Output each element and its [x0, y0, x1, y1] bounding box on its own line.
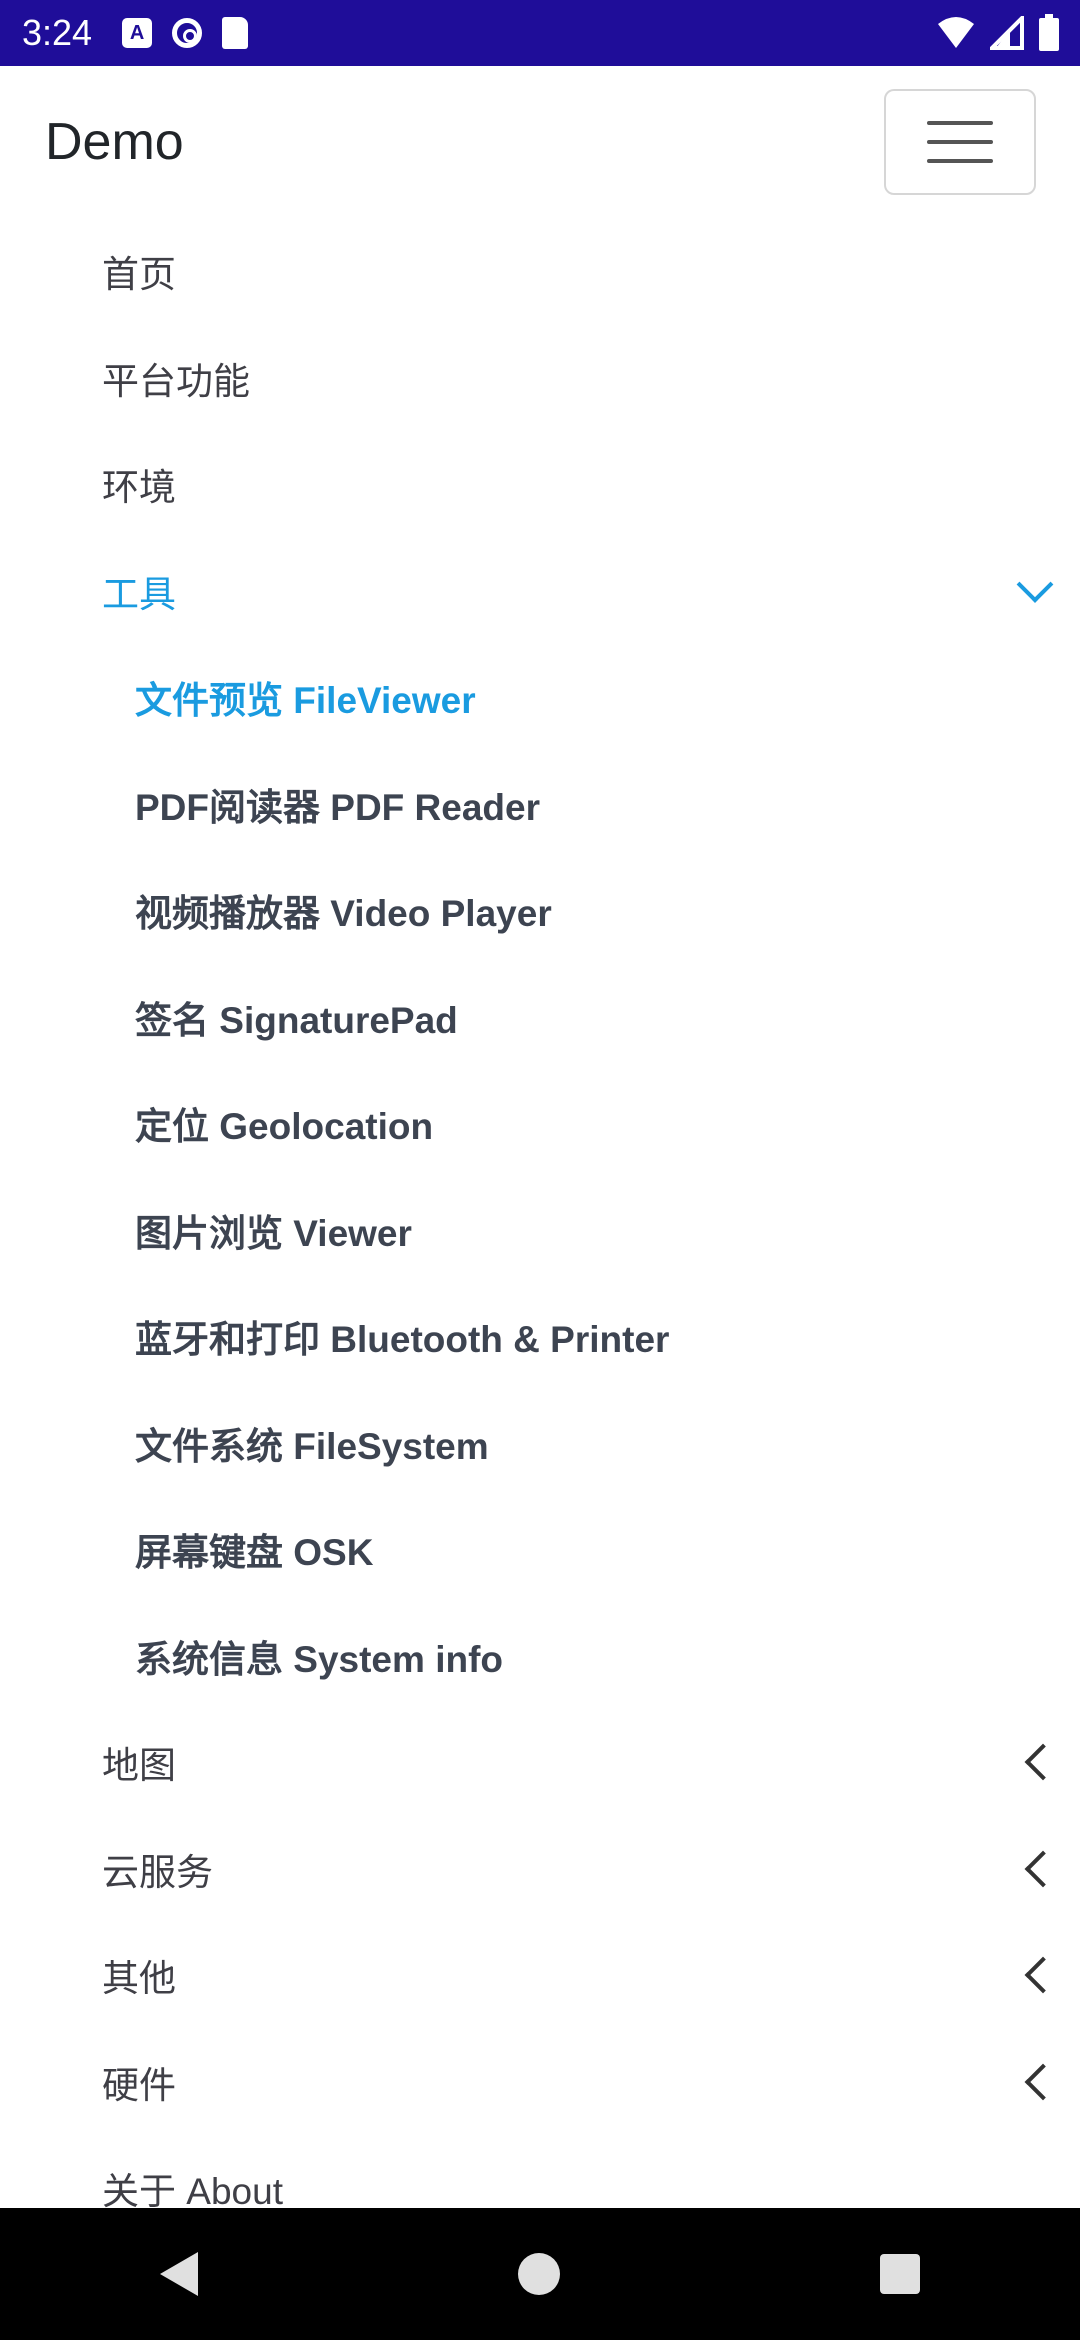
system-nav-bar — [0, 2208, 1080, 2340]
submenu-item-viewer[interactable]: 图片浏览 Viewer — [0, 1177, 1080, 1284]
menu-toggle-button[interactable] — [884, 89, 1036, 195]
brand-title[interactable]: Demo — [45, 112, 184, 172]
menu-item-environment[interactable]: 环境 — [0, 431, 1080, 538]
a-icon: A — [122, 18, 153, 48]
recent-apps-icon[interactable] — [880, 2254, 920, 2294]
menu-item-platform[interactable]: 平台功能 — [0, 325, 1080, 432]
sd-card-icon — [222, 17, 249, 49]
status-bar: 3:24 A — [0, 0, 1080, 66]
chevron-left-icon — [1024, 2063, 1062, 2101]
submenu-item-video-player[interactable]: 视频播放器 Video Player — [0, 857, 1080, 964]
back-icon[interactable] — [160, 2252, 198, 2296]
submenu-item-osk[interactable]: 屏幕键盘 OSK — [0, 1496, 1080, 1603]
app-header: Demo — [0, 66, 1080, 218]
battery-icon — [1039, 14, 1059, 51]
submenu-item-filesystem[interactable]: 文件系统 FileSystem — [0, 1390, 1080, 1497]
home-icon[interactable] — [518, 2253, 560, 2295]
submenu-item-pdf-reader[interactable]: PDF阅读器 PDF Reader — [0, 751, 1080, 858]
hamburger-icon — [927, 121, 993, 125]
menu-item-map[interactable]: 地图 — [0, 1709, 1080, 1816]
chevron-down-icon — [1016, 565, 1054, 603]
chevron-left-icon — [1024, 1743, 1062, 1781]
chevron-left-icon — [1024, 1850, 1062, 1888]
submenu-item-geolocation[interactable]: 定位 Geolocation — [0, 1070, 1080, 1177]
submenu-item-signaturepad[interactable]: 签名 SignaturePad — [0, 964, 1080, 1071]
sync-icon — [172, 18, 203, 48]
submenu-item-bluetooth-printer[interactable]: 蓝牙和打印 Bluetooth & Printer — [0, 1283, 1080, 1390]
menu-item-other[interactable]: 其他 — [0, 1922, 1080, 2029]
menu-item-cloud[interactable]: 云服务 — [0, 1816, 1080, 1923]
side-menu: 首页 平台功能 环境 工具 文件预览 FileViewer PDF阅读器 PDF… — [0, 218, 1080, 2242]
menu-item-home[interactable]: 首页 — [0, 218, 1080, 325]
submenu-item-fileviewer[interactable]: 文件预览 FileViewer — [0, 644, 1080, 751]
menu-item-tools[interactable]: 工具 — [0, 538, 1080, 645]
menu-item-hardware[interactable]: 硬件 — [0, 2029, 1080, 2136]
status-time: 3:24 — [22, 12, 93, 53]
wifi-icon — [938, 17, 974, 48]
chevron-left-icon — [1024, 1956, 1062, 1994]
signal-icon — [990, 16, 1024, 50]
submenu-item-system-info[interactable]: 系统信息 System info — [0, 1603, 1080, 1710]
